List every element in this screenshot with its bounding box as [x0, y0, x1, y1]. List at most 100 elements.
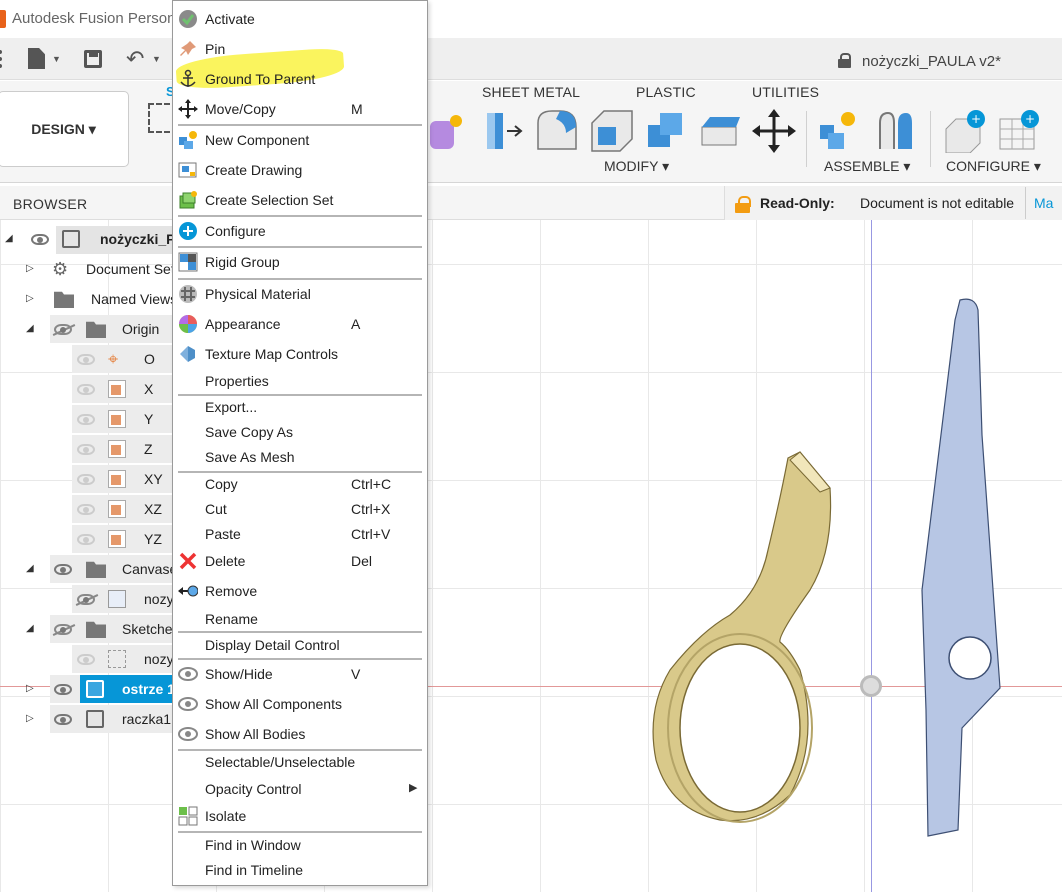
save-icon[interactable] — [84, 50, 102, 68]
tree-root[interactable]: ◢ nożyczki_PAULA v2 — [0, 225, 178, 253]
menu-item-save-as-mesh[interactable]: Save As Mesh — [173, 445, 427, 469]
eye-icon[interactable] — [77, 414, 95, 425]
collapse-icon[interactable]: ◢ — [26, 323, 34, 334]
eye-hidden-icon[interactable] — [54, 324, 72, 335]
eye-icon[interactable] — [77, 444, 95, 455]
undo-icon[interactable]: ↶ — [126, 46, 144, 72]
offset-face-icon[interactable] — [698, 109, 742, 153]
tree-item-xy-plane[interactable]: XY — [0, 465, 178, 493]
eye-icon[interactable] — [54, 714, 72, 725]
eye-icon[interactable] — [77, 504, 95, 515]
modify-menu[interactable]: MODIFY ▾ — [604, 158, 669, 175]
configuration-table-icon[interactable]: + — [998, 109, 1042, 153]
menu-item-save-copy-as[interactable]: Save Copy As — [173, 420, 427, 444]
tree-item-yz-plane[interactable]: YZ — [0, 525, 178, 553]
tree-item-ostrze[interactable]: ▷ ostrze 1 — [0, 675, 178, 703]
eye-icon[interactable] — [77, 384, 95, 395]
tab-sheet-metal[interactable]: SHEET METAL — [482, 84, 580, 100]
eye-hidden-icon[interactable] — [54, 624, 72, 635]
menu-item-create-selection-set[interactable]: Create Selection Set — [173, 188, 427, 212]
collapse-icon[interactable]: ◢ — [26, 563, 34, 574]
tree-item-z-axis[interactable]: Z — [0, 435, 178, 463]
tab-plastic[interactable]: PLASTIC — [636, 84, 696, 100]
shell-icon[interactable] — [590, 109, 634, 153]
menu-item-label: Pin — [205, 41, 226, 57]
eye-hidden-icon[interactable] — [77, 594, 95, 605]
menu-item-remove[interactable]: Remove — [173, 579, 427, 603]
tree-item-document-settings[interactable]: ▷ ⚙ Document Settings — [0, 255, 178, 283]
menu-item-create-drawing[interactable]: Create Drawing — [173, 158, 427, 182]
tree-item-xz-plane[interactable]: XZ — [0, 495, 178, 523]
configure-menu[interactable]: CONFIGURE ▾ — [946, 158, 1041, 175]
menu-item-rename[interactable]: Rename — [173, 607, 427, 631]
menu-item-appearance[interactable]: Appearance A — [173, 312, 427, 336]
eye-icon[interactable] — [77, 474, 95, 485]
expand-icon[interactable]: ▷ — [26, 713, 34, 724]
menu-item-export[interactable]: Export... — [173, 395, 427, 419]
menu-item-properties[interactable]: Properties — [173, 369, 427, 393]
menu-item-texture-map-controls[interactable]: Texture Map Controls — [173, 342, 427, 366]
eye-icon[interactable] — [77, 354, 95, 365]
data-panel-icon[interactable] — [0, 50, 6, 68]
menu-item-pin[interactable]: Pin — [173, 37, 427, 61]
toolbar-separator — [930, 111, 931, 167]
new-component-icon[interactable] — [818, 109, 862, 153]
file-menu-icon[interactable] — [28, 48, 45, 69]
chevron-down-icon[interactable]: ▼ — [52, 54, 61, 64]
assemble-menu[interactable]: ASSEMBLE ▾ — [824, 158, 910, 175]
handle-body[interactable] — [652, 451, 832, 823]
collapse-icon[interactable]: ◢ — [26, 623, 34, 634]
expand-icon[interactable]: ▷ — [26, 293, 34, 304]
blade-body[interactable] — [921, 298, 1001, 837]
menu-item-new-component[interactable]: New Component — [173, 128, 427, 152]
menu-item-isolate[interactable]: Isolate — [173, 804, 427, 828]
menu-item-show-all-components[interactable]: Show All Components — [173, 692, 427, 716]
chevron-down-icon[interactable]: ▼ — [152, 54, 161, 64]
menu-item-show-all-bodies[interactable]: Show All Bodies — [173, 722, 427, 746]
menu-item-configure[interactable]: Configure — [173, 219, 427, 243]
tree-item-y-axis[interactable]: Y — [0, 405, 178, 433]
tree-item-canvases[interactable]: ◢ Canvases — [0, 555, 178, 583]
tree-item-raczka[interactable]: ▷ raczka1 — [0, 705, 178, 733]
workspace-switcher-button[interactable]: DESIGN ▾ — [0, 91, 129, 167]
create-form-icon[interactable] — [428, 109, 472, 153]
menu-item-show-hide[interactable]: Show/Hide V — [173, 662, 427, 686]
collapse-icon[interactable]: ◢ — [5, 233, 13, 244]
menu-item-physical-material[interactable]: Physical Material — [173, 282, 427, 306]
tree-item-sketches[interactable]: ◢ Sketches — [0, 615, 178, 643]
expand-icon[interactable]: ▷ — [26, 263, 34, 274]
menu-item-opacity-control[interactable]: Opacity Control ▶ — [173, 777, 427, 801]
eye-icon[interactable] — [77, 654, 95, 665]
eye-icon[interactable] — [31, 234, 49, 245]
tree-item-origin-point[interactable]: ⌖ O — [0, 345, 178, 373]
make-editable-link[interactable]: Ma — [1025, 187, 1053, 219]
tree-item-canvas[interactable]: nozyczki — [0, 585, 178, 613]
expand-icon[interactable]: ▷ — [26, 683, 34, 694]
eye-icon[interactable] — [77, 534, 95, 545]
menu-item-rigid-group[interactable]: Rigid Group — [173, 250, 427, 274]
press-pull-icon[interactable] — [483, 109, 527, 153]
menu-item-display-detail-control[interactable]: Display Detail Control — [173, 633, 427, 657]
eye-icon[interactable] — [54, 684, 72, 695]
tab-utilities[interactable]: UTILITIES — [752, 84, 819, 100]
tree-item-named-views[interactable]: ▷ Named Views — [0, 285, 178, 313]
fillet-icon[interactable] — [536, 109, 580, 153]
tree-item-x-axis[interactable]: X — [0, 375, 178, 403]
configure-design-icon[interactable]: + — [944, 109, 988, 153]
combine-icon[interactable] — [644, 109, 688, 153]
menu-item-selectable-unselectable[interactable]: Selectable/Unselectable — [173, 750, 427, 774]
menu-item-ground-to-parent[interactable]: Ground To Parent — [173, 67, 427, 91]
menu-item-cut[interactable]: Cut Ctrl+X — [173, 497, 427, 521]
menu-item-activate[interactable]: Activate — [173, 7, 427, 31]
tree-item-sketch[interactable]: nozyczki — [0, 645, 178, 673]
tree-item-origin[interactable]: ◢ Origin — [0, 315, 178, 343]
menu-item-copy[interactable]: Copy Ctrl+C — [173, 472, 427, 496]
move-copy-icon[interactable] — [752, 109, 796, 153]
menu-item-delete[interactable]: Delete Del — [173, 549, 427, 573]
joint-icon[interactable] — [874, 109, 918, 153]
menu-item-move-copy[interactable]: Move/Copy M — [173, 97, 427, 121]
menu-item-paste[interactable]: Paste Ctrl+V — [173, 522, 427, 546]
menu-item-find-in-timeline[interactable]: Find in Timeline — [173, 858, 427, 882]
eye-icon[interactable] — [54, 564, 72, 575]
menu-item-find-in-window[interactable]: Find in Window — [173, 833, 427, 857]
